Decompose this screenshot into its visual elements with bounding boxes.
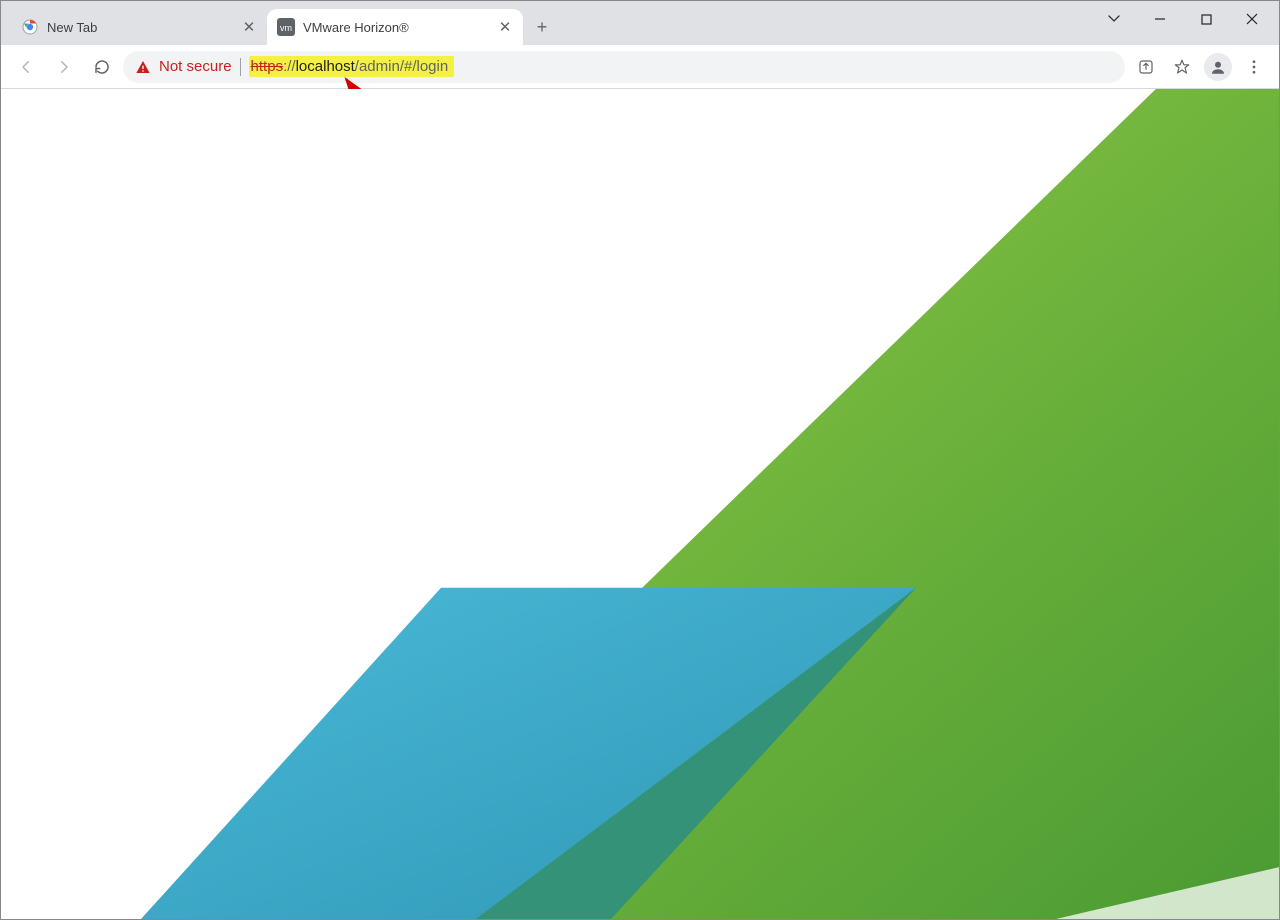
close-icon[interactable]: ✕ [497,19,513,35]
person-icon [1204,53,1232,81]
tab-new-tab[interactable]: New Tab ✕ [11,9,267,45]
browser-toolbar: Not secure https://localhost/admin/#/log… [1,45,1279,89]
kebab-menu-icon[interactable] [1237,50,1271,84]
new-tab-button[interactable]: + [527,12,557,42]
tab-title: New Tab [47,20,233,35]
tab-title: VMware Horizon® [303,20,489,35]
tabsearch-button[interactable] [1091,4,1137,34]
tab-strip: New Tab ✕ vm VMware Horizon® ✕ + [1,1,1279,45]
warning-icon [135,59,151,75]
background-graphic [1,89,1279,919]
profile-avatar[interactable] [1201,50,1235,84]
share-icon[interactable] [1129,50,1163,84]
toolbar-right [1129,50,1271,84]
url-separator: :// [283,58,296,75]
window-close-button[interactable] [1229,4,1275,34]
page-content [1,89,1279,919]
reload-button[interactable] [85,50,119,84]
maximize-button[interactable] [1183,4,1229,34]
url-path: /admin/#/login [355,58,448,75]
close-icon[interactable]: ✕ [241,19,257,35]
minimize-button[interactable] [1137,4,1183,34]
back-button[interactable] [9,50,43,84]
plus-icon: + [537,17,548,38]
vmware-favicon-icon: vm [277,18,295,36]
bookmark-star-icon[interactable] [1165,50,1199,84]
window-controls [1091,1,1275,37]
tab-vmware-horizon[interactable]: vm VMware Horizon® ✕ [267,9,523,45]
separator [240,58,241,76]
address-bar[interactable]: Not secure https://localhost/admin/#/log… [123,51,1125,83]
svg-text:vm: vm [280,23,292,33]
url-text: https://localhost/admin/#/login [249,56,455,77]
chrome-favicon-icon [21,18,39,36]
not-secure-label: Not secure [159,58,232,75]
url-host: localhost [296,58,355,75]
forward-button[interactable] [47,50,81,84]
url-scheme: https [251,58,284,75]
